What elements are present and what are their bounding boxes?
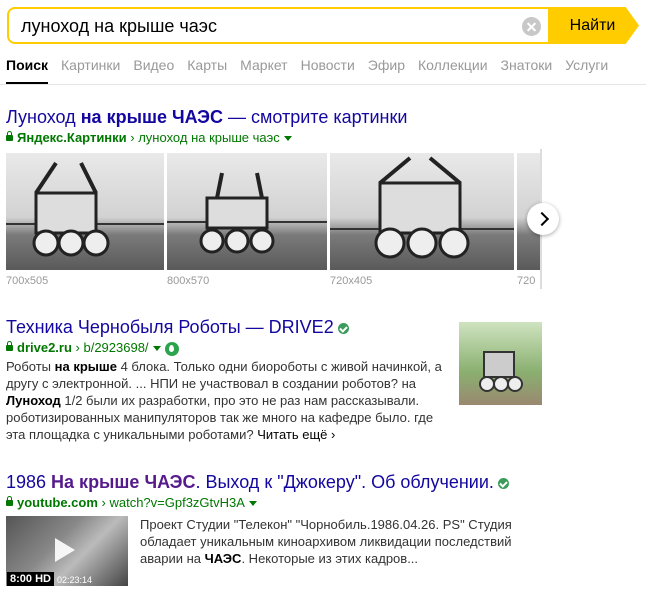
search-tabs: Поиск Картинки Видео Карты Маркет Новости Эфир… [6,57,621,77]
tab-znatoki[interactable]: Знатоки [501,57,553,73]
search-input-wrapper [7,7,550,44]
result-title[interactable]: 1986 На крыше ЧАЭС. Выход к "Джокеру". О… [6,472,509,493]
lock-icon [6,496,13,506]
image-size: 800x570 [167,275,210,287]
play-icon[interactable] [55,538,75,562]
clear-icon[interactable] [522,17,541,36]
result-title[interactable]: Луноход на крыше ЧАЭС — смотрите картинк… [6,107,407,128]
lunokhod-image [330,156,514,259]
image-thumbnail[interactable] [330,153,514,270]
result-title[interactable]: Техника Чернобыля Роботы — DRIVE2 [6,317,349,338]
robot-image [479,351,523,392]
result-thumbnail[interactable] [459,322,542,405]
result-snippet: Роботы на крыше 4 блока. Только одни био… [6,359,442,442]
image-thumbnail[interactable] [167,153,327,270]
chevron-right-icon[interactable] [527,203,559,235]
result-url[interactable]: Яндекс.Картинки › луноход на крыше чаэс [6,130,292,145]
image-thumbnail[interactable] [6,153,164,270]
nav-divider [0,84,646,85]
verified-icon [497,477,509,489]
tab-collections[interactable]: Коллекции [418,57,488,73]
tab-video[interactable]: Видео [133,57,174,73]
tab-search[interactable]: Поиск [6,57,48,73]
video-duration: 02:23:14 [57,575,93,585]
tab-market[interactable]: Маркет [240,57,287,73]
result-url[interactable]: youtube.com › watch?v=Gpf3zGtvH3A [6,495,257,510]
image-size: 700x505 [6,275,49,287]
video-quality-badge: 8:00 HD [7,572,54,586]
chevron-down-icon[interactable] [248,501,257,507]
search-button[interactable]: Найти [550,7,639,44]
lock-icon [6,341,13,351]
tab-efir[interactable]: Эфир [368,57,405,73]
image-size: 720x405 [330,275,373,287]
read-more-link[interactable]: Читать ещё [254,427,327,442]
tab-maps[interactable]: Карты [187,57,227,73]
chevron-down-icon[interactable] [283,136,292,142]
image-size: 720 [517,275,536,287]
search-box: Найти [7,7,639,44]
lunokhod-image [167,172,327,254]
tab-news[interactable]: Новости [301,57,355,73]
search-input[interactable] [19,15,523,38]
chevron-down-icon[interactable] [152,346,161,352]
result-url[interactable]: drive2.ru › b/2923698/ [6,340,179,356]
lock-icon [6,131,13,141]
result-snippet: Проект Студии "Телекон" "Чорнобиль.1986.… [140,517,512,566]
lunokhod-image [6,161,164,257]
tab-images[interactable]: Картинки [61,57,120,73]
verified-icon [337,322,349,334]
tab-services[interactable]: Услуги [565,57,608,73]
flame-icon [164,341,179,356]
